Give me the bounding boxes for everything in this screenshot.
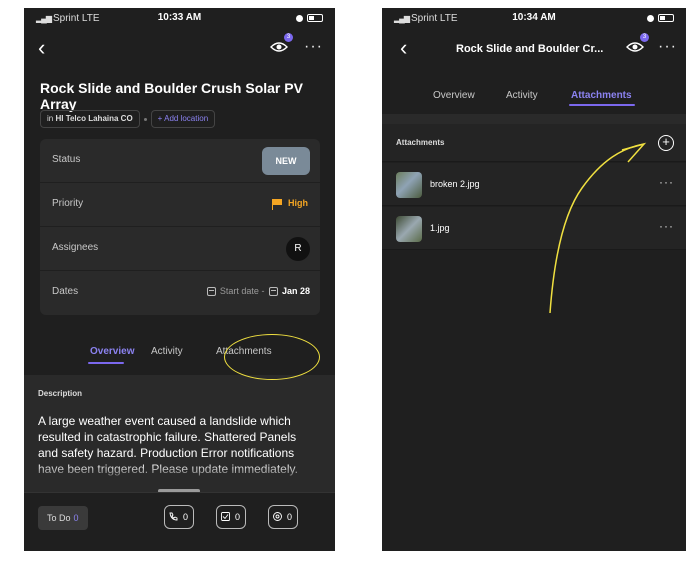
add-location-button[interactable]: + Add location [150, 110, 216, 128]
phone-screen-task-overview: ▂▄▆ Sprint LTE 10:33 AM ‹ 3 ··· Rock Slid… [24, 8, 335, 551]
calendar-icon [268, 287, 278, 297]
priority-row[interactable]: Priority High [40, 183, 320, 227]
watchers-button[interactable]: 0 [268, 505, 298, 529]
start-date: Start date [219, 286, 259, 296]
location-chips: in HI Telco Lahaina CO + Add location [40, 110, 216, 128]
status-label: Status [52, 154, 81, 165]
clock: 10:33 AM [157, 12, 202, 23]
task-title: Rock Slide and Boulder Crush Solar PV Ar… [40, 80, 303, 112]
active-tab-indicator [88, 362, 124, 364]
checklist-icon [221, 512, 230, 521]
flag-icon [272, 198, 282, 210]
annotation-ellipse [224, 334, 320, 380]
assignees-row[interactable]: Assignees R [40, 227, 320, 271]
priority-value[interactable]: High [272, 198, 308, 210]
watchers-eye-icon[interactable]: 3 [270, 33, 293, 54]
priority-label: Priority [52, 198, 84, 209]
dates-label: Dates [52, 286, 79, 297]
location-chip[interactable]: in HI Telco Lahaina CO [40, 110, 140, 128]
phone-screen-attachments: ▂▄▆ Sprint LTE 10:34 AM ‹ 3 ··· Rock Slid… [382, 8, 686, 551]
alarm-icon [296, 14, 303, 22]
annotation-arrow [549, 142, 647, 314]
calls-button[interactable]: 0 [164, 505, 194, 529]
watchers-badge: 3 [284, 33, 293, 42]
description-label: Description [38, 389, 83, 398]
description-section: Description A large weather event caused… [24, 375, 335, 551]
bottom-action-bar: To Do 0 0 0 0 [24, 492, 335, 551]
tab-overview[interactable]: Overview [90, 346, 134, 357]
status-bar: ▂▄▆ Sprint LTE 10:33 AM [24, 8, 335, 28]
status-todo-button[interactable]: To Do 0 [38, 506, 88, 530]
battery-icon [296, 13, 323, 24]
at-mention-icon [273, 512, 282, 521]
task-properties-card: Status NEW Priority High Assignees R Dat… [40, 139, 320, 315]
status-badge[interactable]: NEW [262, 147, 310, 175]
nav-bar: ‹ 3 ··· [24, 32, 335, 66]
more-options-icon[interactable]: ··· [304, 38, 323, 56]
back-chevron-icon[interactable]: ‹ [38, 36, 45, 60]
calendar-icon [206, 287, 216, 297]
status-row[interactable]: Status NEW [40, 139, 320, 183]
tab-activity[interactable]: Activity [151, 346, 183, 357]
avatar[interactable]: R [286, 237, 310, 261]
checklist-button[interactable]: 0 [216, 505, 246, 529]
assignees-label: Assignees [52, 242, 99, 253]
due-date: Jan 28 [281, 286, 310, 296]
description-fade [24, 463, 335, 483]
phone-icon [169, 512, 178, 521]
chip-separator [143, 117, 147, 121]
dates-row[interactable]: Dates Start date - Jan 28 [40, 271, 320, 315]
dates-value[interactable]: Start date - Jan 28 [206, 286, 310, 297]
date-separator: - [261, 286, 265, 296]
